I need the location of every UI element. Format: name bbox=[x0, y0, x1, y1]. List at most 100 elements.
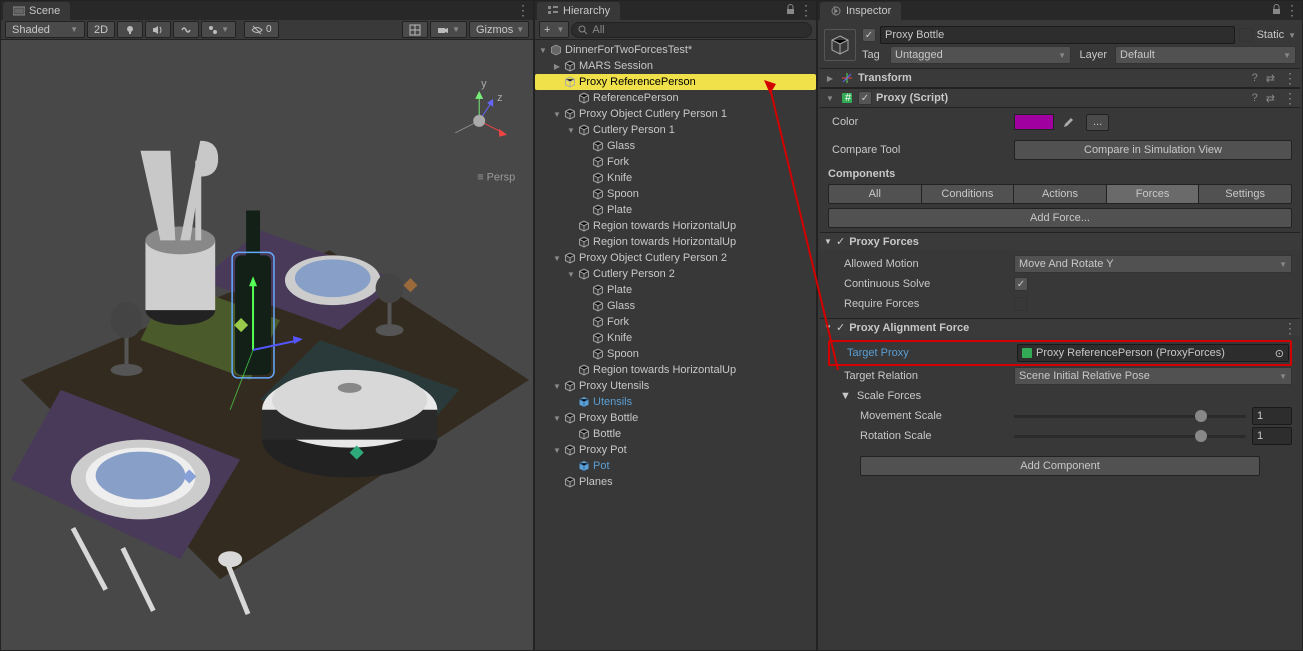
tree-item[interactable]: Plate bbox=[535, 202, 816, 218]
proxy-header[interactable]: ▼ # ✓ Proxy (Script) ? ⇄ ⋮ bbox=[820, 88, 1300, 108]
expand-toggle-icon[interactable]: ▼ bbox=[565, 126, 577, 135]
require-forces-checkbox[interactable] bbox=[1014, 297, 1028, 311]
movement-scale-slider[interactable] bbox=[1014, 415, 1246, 418]
color-more-button[interactable]: ... bbox=[1086, 114, 1109, 131]
tab-forces[interactable]: Forces bbox=[1107, 185, 1200, 203]
component-menu-icon[interactable]: ⋮ bbox=[1283, 71, 1296, 85]
lighting-toggle-icon[interactable] bbox=[117, 21, 143, 38]
proxy-forces-section[interactable]: ▼✓ Proxy Forces bbox=[820, 232, 1300, 250]
expand-toggle-icon[interactable]: ▼ bbox=[551, 414, 563, 423]
tree-item[interactable]: Region towards HorizontalUp bbox=[535, 218, 816, 234]
expand-toggle-icon[interactable]: ▼ bbox=[565, 270, 577, 279]
tree-item[interactable]: Knife bbox=[535, 170, 816, 186]
inspector-tab[interactable]: i Inspector bbox=[820, 2, 901, 20]
tree-item[interactable]: Fork bbox=[535, 154, 816, 170]
help-icon[interactable]: ? bbox=[1252, 72, 1258, 84]
tree-item[interactable]: Glass bbox=[535, 298, 816, 314]
compare-button[interactable]: Compare in Simulation View bbox=[1014, 140, 1292, 160]
continuous-solve-checkbox[interactable]: ✓ bbox=[1014, 277, 1028, 291]
add-force-button[interactable]: Add Force... bbox=[828, 208, 1292, 228]
help-icon[interactable]: ? bbox=[1252, 92, 1258, 104]
tree-item[interactable]: Spoon bbox=[535, 346, 816, 362]
hierarchy-tab[interactable]: Hierarchy bbox=[537, 2, 620, 20]
tree-item[interactable]: Bottle bbox=[535, 426, 816, 442]
tree-item[interactable]: ▼Proxy Bottle bbox=[535, 410, 816, 426]
static-dropdown-icon[interactable]: ▼ bbox=[1288, 31, 1296, 40]
tree-item[interactable]: ▼Proxy Pot bbox=[535, 442, 816, 458]
tree-item[interactable]: ▼Proxy Object Cutlery Person 2 bbox=[535, 250, 816, 266]
lock-icon[interactable] bbox=[1271, 4, 1282, 15]
tree-item[interactable]: Knife bbox=[535, 330, 816, 346]
expand-toggle-icon[interactable]: ▼ bbox=[537, 46, 549, 55]
search-input[interactable]: All bbox=[571, 22, 812, 38]
static-checkbox[interactable] bbox=[1239, 28, 1253, 42]
scene-tab[interactable]: Scene bbox=[3, 2, 70, 20]
tree-item[interactable]: ▼Cutlery Person 2 bbox=[535, 266, 816, 282]
object-picker-icon[interactable]: ⊙ bbox=[1275, 347, 1284, 360]
tree-item[interactable]: Proxy ReferencePerson bbox=[535, 74, 816, 90]
tree-item[interactable]: Utensils bbox=[535, 394, 816, 410]
fx-toggle-icon[interactable] bbox=[173, 21, 199, 38]
eyedropper-icon[interactable] bbox=[1060, 115, 1074, 129]
tree-item[interactable]: ▼DinnerForTwoForcesTest* bbox=[535, 42, 816, 58]
hidden-toggle-icon[interactable]: 0 bbox=[244, 21, 279, 38]
transform-header[interactable]: ▶ Transform ? ⇄ ⋮ bbox=[820, 68, 1300, 88]
tree-item[interactable]: Region towards HorizontalUp bbox=[535, 362, 816, 378]
preset-icon[interactable]: ⇄ bbox=[1266, 92, 1275, 105]
rotation-scale-slider[interactable] bbox=[1014, 435, 1246, 438]
tab-actions[interactable]: Actions bbox=[1014, 185, 1107, 203]
section-menu-icon[interactable]: ⋮ bbox=[1283, 321, 1296, 335]
tree-item[interactable]: Glass bbox=[535, 138, 816, 154]
proxy-enabled-checkbox[interactable]: ✓ bbox=[858, 91, 872, 105]
layer-dropdown[interactable]: Default▼ bbox=[1115, 46, 1296, 64]
expand-toggle-icon[interactable]: ▼ bbox=[551, 446, 563, 455]
alignment-force-section[interactable]: ▼✓ Proxy Alignment Force ⋮ bbox=[820, 318, 1300, 336]
lock-icon[interactable] bbox=[785, 4, 796, 15]
add-component-button[interactable]: Add Component bbox=[860, 456, 1260, 476]
tree-item-label: Proxy Object Cutlery Person 1 bbox=[577, 108, 727, 120]
debug-dropdown-icon[interactable]: ▼ bbox=[201, 21, 236, 38]
tab-settings[interactable]: Settings bbox=[1199, 185, 1291, 203]
hierarchy-tree[interactable]: ▼DinnerForTwoForcesTest*▶MARS SessionPro… bbox=[535, 40, 816, 650]
expand-toggle-icon[interactable]: ▼ bbox=[551, 254, 563, 263]
audio-toggle-icon[interactable] bbox=[145, 21, 171, 38]
tab-conditions[interactable]: Conditions bbox=[922, 185, 1015, 203]
shading-dropdown[interactable]: Shaded▼ bbox=[5, 21, 85, 38]
hierarchy-menu-icon[interactable]: ⋮ bbox=[799, 3, 812, 17]
tree-item[interactable]: ▼Proxy Utensils bbox=[535, 378, 816, 394]
preset-icon[interactable]: ⇄ bbox=[1266, 72, 1275, 85]
tree-item[interactable]: Region towards HorizontalUp bbox=[535, 234, 816, 250]
target-proxy-field[interactable]: Proxy ReferencePerson (ProxyForces) ⊙ bbox=[1017, 344, 1289, 362]
tree-item[interactable]: Spoon bbox=[535, 186, 816, 202]
tab-all[interactable]: All bbox=[829, 185, 922, 203]
tree-item[interactable]: Fork bbox=[535, 314, 816, 330]
tree-item[interactable]: ▼ Proxy Object Cutlery Person 1 bbox=[535, 106, 816, 122]
expand-toggle-icon[interactable]: ▼ bbox=[551, 382, 563, 391]
inspector-menu-icon[interactable]: ⋮ bbox=[1285, 3, 1298, 17]
active-checkbox[interactable]: ✓ bbox=[862, 28, 876, 42]
gizmos-dropdown[interactable]: Gizmos▼ bbox=[469, 21, 529, 38]
component-menu-icon[interactable]: ⋮ bbox=[1283, 91, 1296, 105]
expand-toggle-icon[interactable]: ▶ bbox=[551, 62, 563, 71]
rotation-scale-field[interactable] bbox=[1252, 427, 1292, 445]
tree-item[interactable]: Pot bbox=[535, 458, 816, 474]
name-field[interactable] bbox=[880, 26, 1235, 44]
tree-item[interactable]: ▶MARS Session bbox=[535, 58, 816, 74]
add-button[interactable]: +▼ bbox=[539, 21, 569, 38]
camera-icon[interactable]: ▼ bbox=[430, 21, 467, 38]
gameobject-icon[interactable] bbox=[824, 29, 856, 61]
grid-icon[interactable] bbox=[402, 21, 428, 38]
color-field[interactable] bbox=[1014, 114, 1054, 130]
scene-menu-icon[interactable]: ⋮ bbox=[516, 3, 529, 17]
tree-item[interactable]: Planes bbox=[535, 474, 816, 490]
scene-viewport[interactable]: y z ≡ Persp bbox=[1, 40, 533, 650]
tree-item[interactable]: ▼Cutlery Person 1 bbox=[535, 122, 816, 138]
2d-toggle[interactable]: 2D bbox=[87, 21, 115, 38]
tag-dropdown[interactable]: Untagged▼ bbox=[890, 46, 1071, 64]
tree-item[interactable]: Plate bbox=[535, 282, 816, 298]
tree-item[interactable]: ReferencePerson bbox=[535, 90, 816, 106]
allowed-motion-dropdown[interactable]: Move And Rotate Y▼ bbox=[1014, 255, 1292, 273]
movement-scale-field[interactable] bbox=[1252, 407, 1292, 425]
target-relation-dropdown[interactable]: Scene Initial Relative Pose▼ bbox=[1014, 367, 1292, 385]
expand-toggle-icon[interactable]: ▼ bbox=[551, 110, 563, 119]
